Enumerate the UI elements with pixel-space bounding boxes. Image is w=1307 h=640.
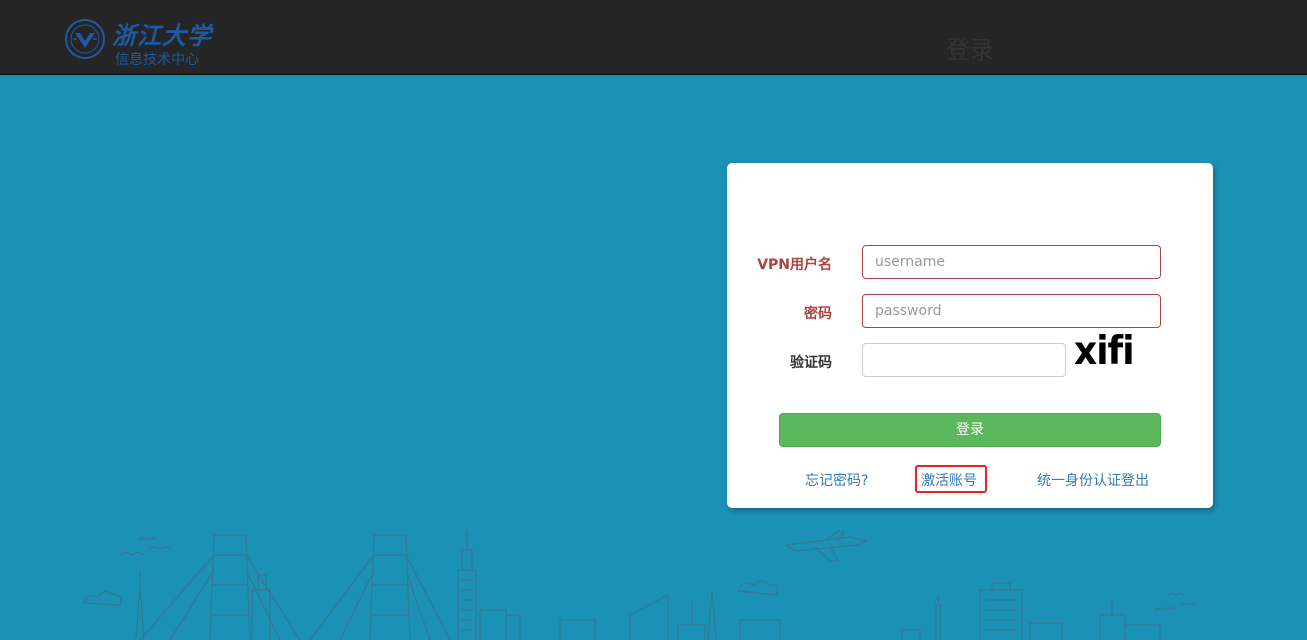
department-name: 信息技术中心 bbox=[115, 52, 199, 68]
school-name: 浙江大学 bbox=[112, 21, 212, 50]
login-title: 登录 bbox=[946, 36, 994, 64]
password-input[interactable] bbox=[862, 294, 1161, 328]
password-label: 密码 bbox=[804, 306, 832, 322]
username-label: VPN用户名 bbox=[757, 257, 832, 273]
highlight-annotation bbox=[915, 465, 987, 493]
username-input[interactable] bbox=[862, 245, 1161, 279]
forgot-password-link[interactable]: 忘记密码? bbox=[805, 470, 868, 490]
site-logo[interactable]: 浙江大学 信息技术中心 bbox=[64, 16, 234, 68]
city-skyline-illustration bbox=[83, 530, 1197, 640]
captcha-image[interactable]: xifi bbox=[1074, 328, 1154, 376]
captcha-label: 验证码 bbox=[790, 355, 832, 371]
login-button[interactable]: 登录 bbox=[779, 413, 1161, 447]
zju-emblem-icon bbox=[65, 19, 105, 59]
captcha-input[interactable] bbox=[862, 343, 1066, 377]
sso-logout-link[interactable]: 统一身份认证登出 bbox=[1037, 470, 1149, 490]
